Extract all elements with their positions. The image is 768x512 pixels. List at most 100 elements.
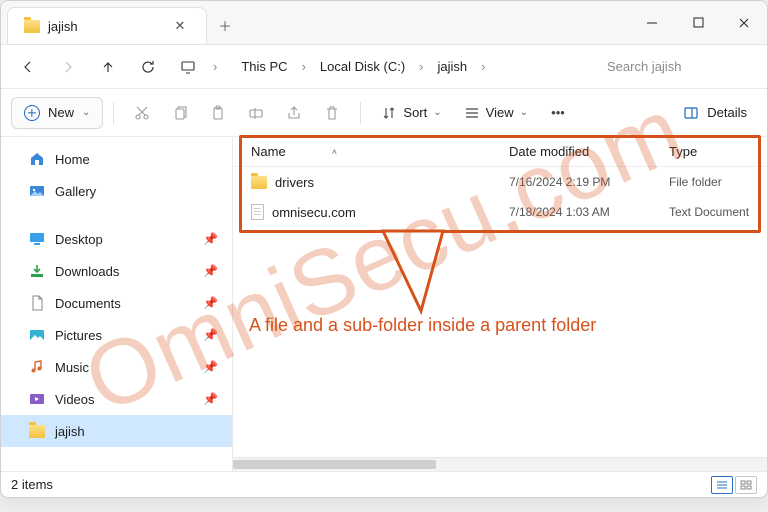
- column-header-date[interactable]: Date modified: [509, 144, 669, 159]
- pin-icon: 📌: [203, 328, 218, 342]
- nav-pane: Home Gallery Desktop 📌 Downloads 📌 Docum…: [1, 137, 233, 471]
- refresh-button[interactable]: [131, 52, 165, 82]
- sidebar-item-label: Music: [55, 360, 89, 375]
- annotation-text: A file and a sub-folder inside a parent …: [249, 315, 757, 336]
- pin-icon: 📌: [203, 264, 218, 278]
- sidebar-item-desktop[interactable]: Desktop 📌: [1, 223, 232, 255]
- sidebar-item-label: jajish: [55, 424, 85, 439]
- file-date: 7/16/2024 2:19 PM: [509, 175, 669, 189]
- chevron-down-icon: ⌄: [82, 107, 90, 118]
- horizontal-scrollbar[interactable]: [233, 457, 767, 471]
- sidebar-item-label: Gallery: [55, 184, 96, 199]
- downloads-icon: [29, 263, 45, 279]
- view-label: View: [486, 105, 514, 120]
- monitor-icon[interactable]: [171, 52, 205, 82]
- file-name: omnisecu.com: [272, 205, 356, 220]
- sidebar-item-home[interactable]: Home: [1, 143, 232, 175]
- pin-icon: 📌: [203, 296, 218, 310]
- folder-icon: [24, 20, 40, 33]
- thumbnails-view-button[interactable]: [735, 476, 757, 494]
- close-tab-button[interactable]: ✕: [168, 14, 192, 38]
- tab-title: jajish: [48, 19, 160, 34]
- folder-icon: [29, 425, 45, 438]
- back-button[interactable]: [11, 52, 45, 82]
- new-label: New: [48, 105, 74, 120]
- close-window-button[interactable]: [721, 1, 767, 44]
- sidebar-item-label: Pictures: [55, 328, 102, 343]
- chevron-right-icon: ›: [211, 59, 219, 74]
- paste-button[interactable]: [200, 98, 236, 128]
- sidebar-item-gallery[interactable]: Gallery: [1, 175, 232, 207]
- chevron-right-icon: ›: [479, 59, 487, 74]
- forward-button[interactable]: [51, 52, 85, 82]
- cut-button[interactable]: [124, 98, 160, 128]
- item-count: 2 items: [11, 477, 53, 492]
- file-date: 7/18/2024 1:03 AM: [509, 205, 669, 219]
- chevron-right-icon: ›: [300, 59, 308, 74]
- gallery-icon: [29, 183, 45, 199]
- maximize-button[interactable]: [675, 1, 721, 44]
- sidebar-item-music[interactable]: Music 📌: [1, 351, 232, 383]
- plus-icon: [24, 105, 40, 121]
- file-type: Text Document: [669, 205, 767, 219]
- title-bar: jajish ✕ ＋: [1, 1, 767, 45]
- new-tab-button[interactable]: ＋: [207, 7, 243, 44]
- sidebar-item-documents[interactable]: Documents 📌: [1, 287, 232, 319]
- window-tab[interactable]: jajish ✕: [7, 7, 207, 44]
- breadcrumb-item[interactable]: jajish: [430, 55, 476, 78]
- desktop-icon: [29, 231, 45, 247]
- body: Home Gallery Desktop 📌 Downloads 📌 Docum…: [1, 137, 767, 471]
- more-button[interactable]: •••: [540, 98, 576, 128]
- home-icon: [29, 151, 45, 167]
- file-row[interactable]: omnisecu.com 7/18/2024 1:03 AM Text Docu…: [233, 197, 767, 227]
- pictures-icon: [29, 327, 45, 343]
- sidebar-item-downloads[interactable]: Downloads 📌: [1, 255, 232, 287]
- file-list: Name˄ Date modified Type drivers 7/16/20…: [233, 137, 767, 471]
- command-bar: New ⌄ Sort ⌄ View ⌄ ••• Details: [1, 89, 767, 137]
- chevron-right-icon: ›: [417, 59, 425, 74]
- sort-label: Sort: [403, 105, 427, 120]
- nav-bar: › This PC › Local Disk (C:) › jajish › S…: [1, 45, 767, 89]
- sort-ascending-icon: ˄: [332, 147, 337, 157]
- music-icon: [29, 359, 45, 375]
- sidebar-item-pictures[interactable]: Pictures 📌: [1, 319, 232, 351]
- pin-icon: 📌: [203, 360, 218, 374]
- breadcrumb: This PC › Local Disk (C:) › jajish ›: [225, 55, 601, 78]
- up-button[interactable]: [91, 52, 125, 82]
- sidebar-item-label: Documents: [55, 296, 121, 311]
- file-name: drivers: [275, 175, 314, 190]
- breadcrumb-item[interactable]: Local Disk (C:): [312, 55, 413, 78]
- sort-button[interactable]: Sort ⌄: [371, 98, 451, 128]
- copy-button[interactable]: [162, 98, 198, 128]
- file-type: File folder: [669, 175, 767, 189]
- column-header-type[interactable]: Type: [669, 144, 767, 159]
- delete-button[interactable]: [314, 98, 350, 128]
- sidebar-item-label: Videos: [55, 392, 95, 407]
- file-row[interactable]: drivers 7/16/2024 2:19 PM File folder: [233, 167, 767, 197]
- explorer-window: jajish ✕ ＋ › This PC › Local Disk (C:) ›…: [0, 0, 768, 498]
- minimize-button[interactable]: [629, 1, 675, 44]
- breadcrumb-item[interactable]: This PC: [233, 55, 295, 78]
- scrollbar-thumb[interactable]: [233, 460, 436, 469]
- rename-button[interactable]: [238, 98, 274, 128]
- status-bar: 2 items: [1, 471, 767, 497]
- search-input[interactable]: Search jajish: [607, 59, 757, 74]
- sidebar-item-label: Desktop: [55, 232, 103, 247]
- view-button[interactable]: View ⌄: [454, 98, 538, 128]
- window-controls: [629, 1, 767, 44]
- chevron-down-icon: ⌄: [520, 107, 528, 118]
- details-pane-button[interactable]: Details: [673, 98, 757, 128]
- column-header-name[interactable]: Name˄: [251, 144, 509, 159]
- chevron-down-icon: ⌄: [433, 107, 441, 118]
- share-button[interactable]: [276, 98, 312, 128]
- pin-icon: 📌: [203, 392, 218, 406]
- sidebar-item-jajish[interactable]: jajish: [1, 415, 232, 447]
- pin-icon: 📌: [203, 232, 218, 246]
- column-headers: Name˄ Date modified Type: [233, 137, 767, 167]
- new-button[interactable]: New ⌄: [11, 97, 103, 129]
- annotation-callout: [383, 231, 503, 321]
- sidebar-item-videos[interactable]: Videos 📌: [1, 383, 232, 415]
- videos-icon: [29, 391, 45, 407]
- sidebar-item-label: Home: [55, 152, 90, 167]
- details-view-button[interactable]: [711, 476, 733, 494]
